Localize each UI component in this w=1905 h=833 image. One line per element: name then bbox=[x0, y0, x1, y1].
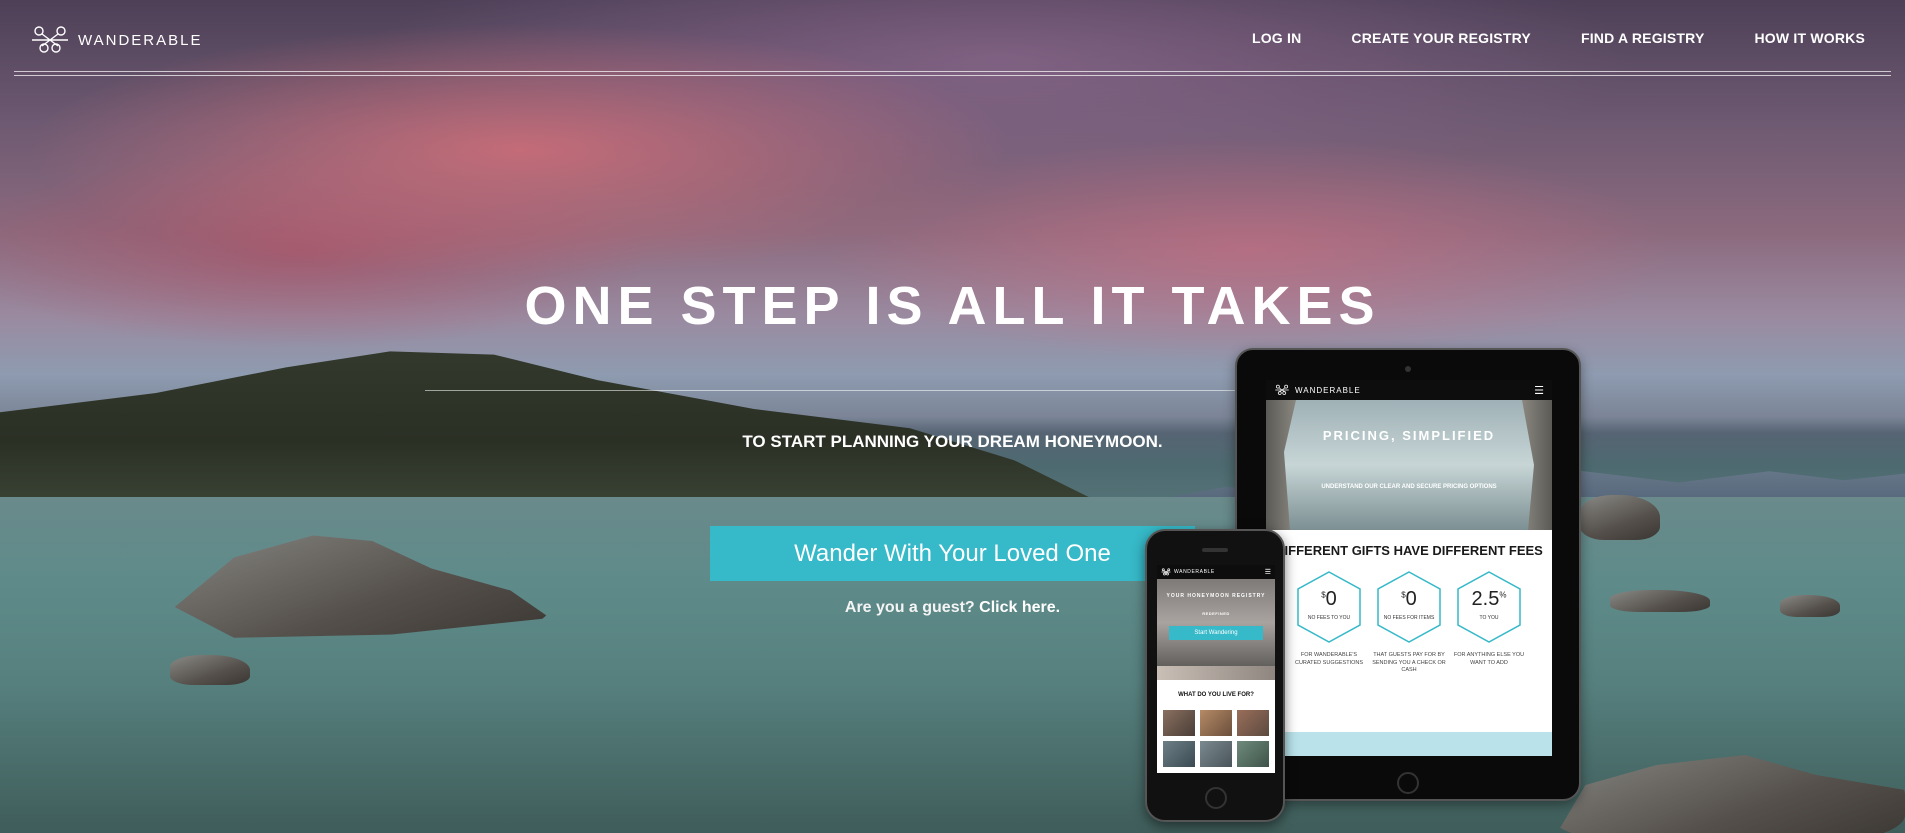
tablet-camera bbox=[1405, 366, 1411, 372]
hero-headline: ONE STEP IS ALL IT TAKES bbox=[524, 276, 1381, 336]
guest-prefix: Are you a guest? bbox=[844, 599, 975, 616]
phone-header: WANDERABLE ☰ bbox=[1157, 565, 1275, 579]
hill bbox=[0, 351, 1092, 505]
guest-prompt: Are you a guest? Click here. bbox=[710, 599, 1195, 617]
tablet-section-title: DIFFERENT GIFTS HAVE DIFFERENT FEES bbox=[1275, 543, 1543, 558]
fee-description: FOR ANYTHING ELSE YOU WANT TO ADD bbox=[1453, 652, 1525, 666]
fee-label: NO FEES TO YOU bbox=[1307, 615, 1351, 621]
tablet-home-button bbox=[1397, 772, 1419, 794]
fee-value: 2.5% bbox=[1471, 588, 1507, 610]
logo-mark-icon bbox=[1275, 384, 1289, 395]
nav-find-registry[interactable]: FIND A REGISTRY bbox=[1581, 30, 1705, 46]
phone-speaker bbox=[1202, 548, 1228, 552]
rock bbox=[1780, 595, 1840, 617]
start-wandering-button[interactable]: Start Wandering bbox=[1169, 626, 1263, 640]
fee-hexagon: $0 NO FEES TO YOU bbox=[1296, 570, 1362, 644]
logo[interactable]: WANDERABLE bbox=[30, 24, 202, 56]
phone-screen: WANDERABLE ☰ YOUR HONEYMOON REGISTRY RED… bbox=[1157, 565, 1275, 773]
fee-label: TO YOU bbox=[1479, 615, 1499, 621]
phone-hero-title: YOUR HONEYMOON REGISTRY bbox=[1166, 593, 1266, 599]
tablet-header: WANDERABLE ☰ bbox=[1266, 380, 1552, 400]
nav-divider bbox=[14, 71, 1891, 76]
rock bbox=[1580, 495, 1660, 540]
tablet-hero-title: PRICING, SIMPLIFIED bbox=[1322, 428, 1496, 443]
nav-create-registry[interactable]: CREATE YOUR REGISTRY bbox=[1351, 30, 1531, 46]
tablet-brand-text: WANDERABLE bbox=[1295, 385, 1361, 395]
fee-hexagon: 2.5% TO YOU bbox=[1456, 570, 1522, 644]
category-tile[interactable] bbox=[1200, 741, 1232, 767]
phone-question: WHAT DO YOU LIVE FOR? bbox=[1178, 692, 1254, 698]
hero-background bbox=[0, 0, 1905, 833]
top-nav: WANDERABLE LOG IN CREATE YOUR REGISTRY F… bbox=[0, 0, 1905, 80]
rock bbox=[170, 655, 250, 685]
logo-mark-icon bbox=[1161, 568, 1171, 576]
fee-description: THAT GUESTS PAY FOR BY SENDING YOU A CHE… bbox=[1372, 652, 1446, 674]
tablet-mockup: WANDERABLE ☰ PRICING, SIMPLIFIED UNDERST… bbox=[1235, 348, 1581, 801]
hamburger-menu-icon[interactable]: ☰ bbox=[1265, 568, 1271, 576]
nav-log-in[interactable]: LOG IN bbox=[1252, 30, 1301, 46]
fee-value: $0 bbox=[1321, 588, 1337, 610]
rock bbox=[1610, 590, 1710, 612]
phone-mockup: WANDERABLE ☰ YOUR HONEYMOON REGISTRY RED… bbox=[1145, 529, 1285, 822]
hero-subhead: TO START PLANNING YOUR DREAM HONEYMOON. bbox=[742, 432, 1163, 451]
wander-cta-button[interactable]: Wander With Your Loved One bbox=[710, 526, 1195, 581]
phone-brand-text: WANDERABLE bbox=[1174, 569, 1215, 575]
logo-mark-icon bbox=[32, 26, 68, 53]
tablet-hero-rock bbox=[1522, 400, 1552, 530]
tablet-screen: WANDERABLE ☰ PRICING, SIMPLIFIED UNDERST… bbox=[1266, 380, 1552, 756]
hamburger-menu-icon[interactable]: ☰ bbox=[1534, 384, 1544, 397]
tablet-brand: WANDERABLE bbox=[1274, 384, 1361, 396]
fee-hexagon: $0 NO FEES FOR ITEMS bbox=[1376, 570, 1442, 644]
category-tile[interactable] bbox=[1237, 710, 1269, 736]
nav-how-it-works[interactable]: HOW IT WORKS bbox=[1755, 30, 1866, 46]
category-tile[interactable] bbox=[1163, 710, 1195, 736]
phone-brand: WANDERABLE bbox=[1161, 568, 1215, 576]
tablet-hero-subtitle: UNDERSTAND OUR CLEAR AND SECURE PRICING … bbox=[1321, 484, 1497, 490]
fee-label: NO FEES FOR ITEMS bbox=[1383, 615, 1435, 621]
phone-tile-grid bbox=[1163, 710, 1269, 767]
fee-description: FOR WANDERABLE'S CURATED SUGGESTIONS bbox=[1294, 652, 1364, 666]
phone-hero: YOUR HONEYMOON REGISTRY REDEFINED Start … bbox=[1157, 579, 1275, 666]
phone-hero-subtitle: REDEFINED bbox=[1202, 611, 1230, 616]
phone-photo-strip bbox=[1157, 666, 1275, 680]
category-tile[interactable] bbox=[1200, 710, 1232, 736]
guest-click-here-link[interactable]: Click here. bbox=[979, 599, 1060, 616]
tablet-hero-rock bbox=[1266, 400, 1296, 530]
fee-value: $0 bbox=[1401, 588, 1417, 610]
phone-home-button bbox=[1205, 787, 1227, 809]
category-tile[interactable] bbox=[1163, 741, 1195, 767]
category-tile[interactable] bbox=[1237, 741, 1269, 767]
tablet-footer-band bbox=[1266, 732, 1552, 756]
tablet-hero: PRICING, SIMPLIFIED UNDERSTAND OUR CLEAR… bbox=[1266, 400, 1552, 530]
logo-text: WANDERABLE bbox=[78, 31, 203, 49]
nav-links: LOG IN CREATE YOUR REGISTRY FIND A REGIS… bbox=[1252, 30, 1865, 46]
